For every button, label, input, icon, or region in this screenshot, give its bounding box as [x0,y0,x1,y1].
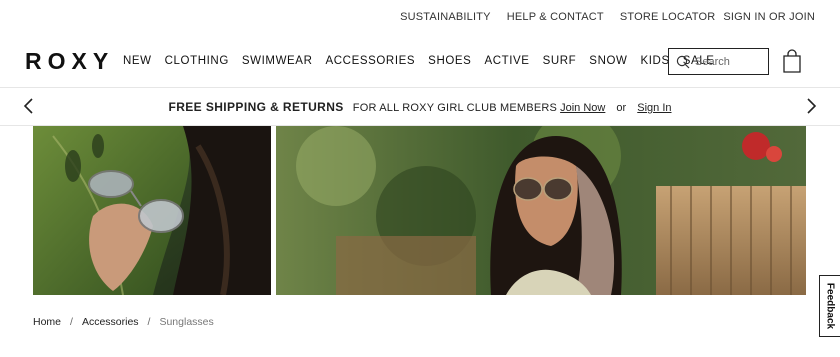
shopping-bag-icon[interactable] [781,49,803,73]
sunglasses-in-hand-photo [33,126,271,295]
sustainability-link[interactable]: SUSTAINABILITY [400,11,491,23]
nav-item-shoes[interactable]: SHOES [428,55,471,67]
sign-in-join-link[interactable]: SIGN IN OR JOIN [723,11,815,23]
sign-in-link[interactable]: Sign In [637,102,671,114]
hero-image-left [33,126,271,295]
nav-item-snow[interactable]: SNOW [589,55,627,67]
nav-item-kids[interactable]: KIDS [640,55,669,67]
nav-item-active[interactable]: ACTIVE [484,55,529,67]
promo-message: FREE SHIPPING & RETURNS FOR ALL ROXY GIR… [0,100,840,114]
search-input[interactable] [695,55,765,68]
utility-links: SUSTAINABILITY HELP & CONTACT STORE LOCA… [384,11,815,23]
promo-headline: FREE SHIPPING & RETURNS [168,100,344,114]
hero-image-right [276,126,806,295]
breadcrumb-separator: / [147,316,151,328]
feedback-tab[interactable]: Feedback [819,275,840,337]
join-now-link[interactable]: Join Now [560,102,605,114]
main-header: ROXY NEW CLOTHING SWIMWEAR ACCESSORIES S… [0,36,840,88]
breadcrumb-separator: / [70,316,73,328]
promo-or: or [616,102,627,114]
breadcrumb-accessories[interactable]: Accessories [82,316,139,328]
nav-item-swimwear[interactable]: SWIMWEAR [242,55,313,67]
promo-banner: FREE SHIPPING & RETURNS FOR ALL ROXY GIR… [0,88,840,126]
promo-subtext: FOR ALL ROXY GIRL CLUB MEMBERS [352,102,558,114]
search-box[interactable] [668,48,769,75]
woman-wearing-sunglasses-photo [276,126,806,295]
nav-item-new[interactable]: NEW [123,55,152,67]
nav-item-accessories[interactable]: ACCESSORIES [325,55,415,67]
utility-bar: SUSTAINABILITY HELP & CONTACT STORE LOCA… [0,0,840,36]
main-nav: NEW CLOTHING SWIMWEAR ACCESSORIES SHOES … [123,55,728,67]
roxy-logo[interactable]: ROXY [25,48,114,75]
help-contact-link[interactable]: HELP & CONTACT [507,11,604,23]
breadcrumb-home[interactable]: Home [33,316,61,328]
store-locator-link[interactable]: STORE LOCATOR [620,11,716,23]
nav-item-clothing[interactable]: CLOTHING [165,55,229,67]
breadcrumb: Home / Accessories / Sunglasses [33,316,214,328]
feedback-label: Feedback [824,282,836,330]
chevron-right-icon[interactable] [802,96,820,116]
nav-item-surf[interactable]: SURF [543,55,577,67]
breadcrumb-current: Sunglasses [159,316,214,328]
search-icon [676,55,690,68]
